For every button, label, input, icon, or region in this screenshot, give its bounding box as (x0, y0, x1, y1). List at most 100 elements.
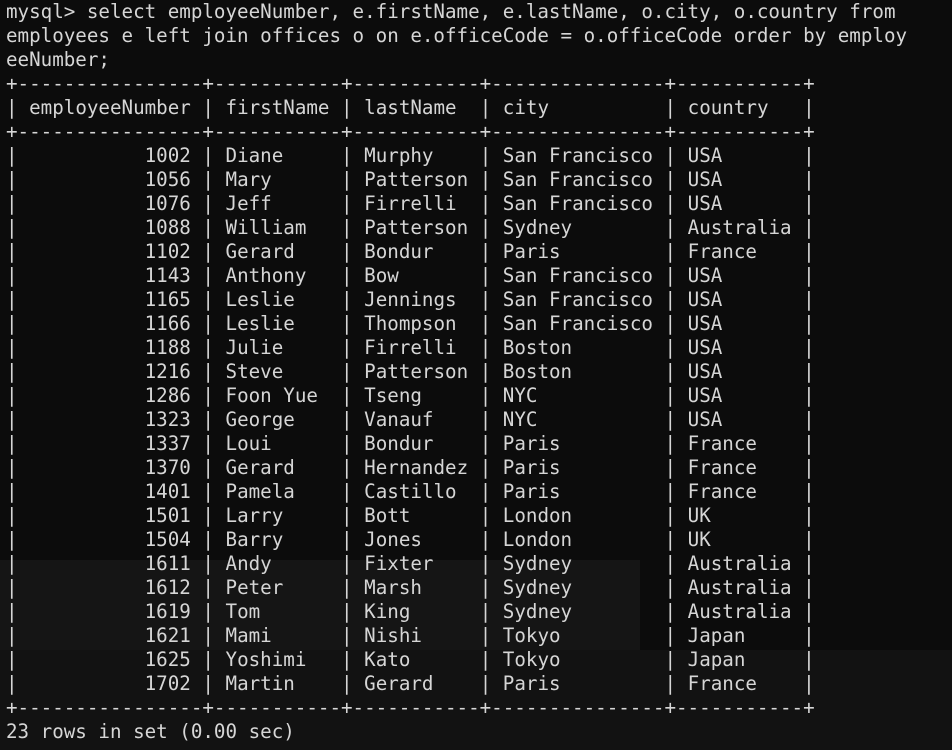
table-cell-employeenumber: 1611 (17, 552, 203, 575)
table-row: | 1401 | Pamela | Castillo | Paris | Fra… (6, 480, 815, 503)
table-cell-lastname: King (352, 600, 480, 623)
table-cell-employeenumber: 1002 (17, 144, 203, 167)
table-cell-city: Paris (491, 456, 665, 479)
table-cell-country: USA (676, 360, 804, 383)
table-cell-firstname: Jeff (213, 192, 342, 215)
table-cell-lastname: Firrelli (352, 192, 480, 215)
table-cell-city: Paris (491, 432, 665, 455)
table-cell-firstname: William (213, 216, 342, 239)
table-cell-firstname: Steve (213, 360, 342, 383)
table-cell-country: USA (676, 168, 804, 191)
table-cell-employeenumber: 1625 (17, 648, 203, 671)
table-cell-city: Sydney (491, 576, 665, 599)
table-cell-employeenumber: 1076 (17, 192, 203, 215)
table-cell-firstname: Larry (213, 504, 342, 527)
table-cell-country: Australia (676, 600, 804, 623)
table-cell-lastname: Bondur (352, 432, 480, 455)
table-cell-firstname: Gerard (213, 240, 342, 263)
table-cell-city: London (491, 504, 665, 527)
table-cell-firstname: Anthony (213, 264, 342, 287)
table-cell-employeenumber: 1166 (17, 312, 203, 335)
table-cell-firstname: Pamela (213, 480, 342, 503)
table-row: | 1056 | Mary | Patterson | San Francisc… (6, 168, 815, 191)
table-cell-firstname: Leslie (213, 312, 342, 335)
table-cell-firstname: Yoshimi (213, 648, 342, 671)
table-row: | 1323 | George | Vanauf | NYC | USA | (6, 408, 815, 431)
table-row: | 1611 | Andy | Fixter | Sydney | Austra… (6, 552, 815, 575)
result-summary: 23 rows in set (0.00 sec) (6, 720, 295, 743)
table-cell-country: France (676, 432, 804, 455)
table-cell-city: Boston (491, 336, 665, 359)
table-row: | 1143 | Anthony | Bow | San Francisco |… (6, 264, 815, 287)
table-cell-country: UK (676, 504, 804, 527)
table-cell-employeenumber: 1337 (17, 432, 203, 455)
table-cell-country: France (676, 240, 804, 263)
table-row: | 1286 | Foon Yue | Tseng | NYC | USA | (6, 384, 815, 407)
table-cell-lastname: Bow (352, 264, 480, 287)
table-cell-lastname: Jones (352, 528, 480, 551)
table-cell-employeenumber: 1102 (17, 240, 203, 263)
table-cell-employeenumber: 1088 (17, 216, 203, 239)
table-cell-city: San Francisco (491, 312, 665, 335)
table-cell-country: USA (676, 312, 804, 335)
table-cell-country: France (676, 480, 804, 503)
table-cell-lastname: Murphy (352, 144, 480, 167)
table-row: | 1621 | Mami | Nishi | Tokyo | Japan | (6, 624, 815, 647)
table-cell-city: Tokyo (491, 648, 665, 671)
table-header-row: | employeeNumber | firstName | lastName … (6, 96, 815, 119)
table-cell-lastname: Nishi (352, 624, 480, 647)
table-cell-country: USA (676, 336, 804, 359)
table-cell-country: Australia (676, 216, 804, 239)
table-cell-country: USA (676, 288, 804, 311)
table-cell-city: San Francisco (491, 264, 665, 287)
table-cell-lastname: Jennings (352, 288, 480, 311)
table-cell-city: Tokyo (491, 624, 665, 647)
table-row: | 1501 | Larry | Bott | London | UK | (6, 504, 815, 527)
table-cell-firstname: Julie (213, 336, 342, 359)
table-cell-employeenumber: 1501 (17, 504, 203, 527)
table-cell-employeenumber: 1504 (17, 528, 203, 551)
table-cell-employeenumber: 1165 (17, 288, 203, 311)
table-cell-employeenumber: 1619 (17, 600, 203, 623)
table-cell-lastname: Hernandez (352, 456, 480, 479)
table-cell-city: NYC (491, 408, 665, 431)
table-cell-employeenumber: 1323 (17, 408, 203, 431)
table-cell-country: UK (676, 528, 804, 551)
table-row: | 1612 | Peter | Marsh | Sydney | Austra… (6, 576, 815, 599)
table-cell-city: San Francisco (491, 192, 665, 215)
table-cell-firstname: Leslie (213, 288, 342, 311)
table-row: | 1337 | Loui | Bondur | Paris | France … (6, 432, 815, 455)
table-cell-lastname: Fixter (352, 552, 480, 575)
table-cell-lastname: Thompson (352, 312, 480, 335)
table-cell-firstname: Andy (213, 552, 342, 575)
table-row: | 1088 | William | Patterson | Sydney | … (6, 216, 815, 239)
table-cell-lastname: Patterson (352, 216, 480, 239)
column-header-city: city (491, 96, 665, 119)
table-row: | 1188 | Julie | Firrelli | Boston | USA… (6, 336, 815, 359)
table-cell-city: San Francisco (491, 288, 665, 311)
table-cell-country: Japan (676, 648, 804, 671)
column-header-lastname: lastName (352, 96, 480, 119)
column-header-firstname: firstName (213, 96, 342, 119)
table-cell-employeenumber: 1056 (17, 168, 203, 191)
table-cell-employeenumber: 1143 (17, 264, 203, 287)
table-cell-city: Sydney (491, 600, 665, 623)
table-cell-employeenumber: 1216 (17, 360, 203, 383)
table-cell-firstname: Martin (213, 672, 342, 695)
table-row: | 1166 | Leslie | Thompson | San Francis… (6, 312, 815, 335)
table-row: | 1165 | Leslie | Jennings | San Francis… (6, 288, 815, 311)
table-cell-lastname: Patterson (352, 168, 480, 191)
table-cell-firstname: Loui (213, 432, 342, 455)
table-row: | 1216 | Steve | Patterson | Boston | US… (6, 360, 815, 383)
command-line-2: employees e left join offices o on e.off… (6, 24, 908, 47)
table-cell-lastname: Bott (352, 504, 480, 527)
table-cell-country: USA (676, 264, 804, 287)
table-cell-lastname: Kato (352, 648, 480, 671)
terminal-window[interactable]: mysql> select employeeNumber, e.firstNam… (0, 0, 952, 750)
table-cell-firstname: Barry (213, 528, 342, 551)
table-cell-employeenumber: 1702 (17, 672, 203, 695)
table-cell-country: Japan (676, 624, 804, 647)
table-cell-lastname: Marsh (352, 576, 480, 599)
table-cell-city: NYC (491, 384, 665, 407)
table-border-header: +----------------+-----------+----------… (6, 120, 815, 143)
